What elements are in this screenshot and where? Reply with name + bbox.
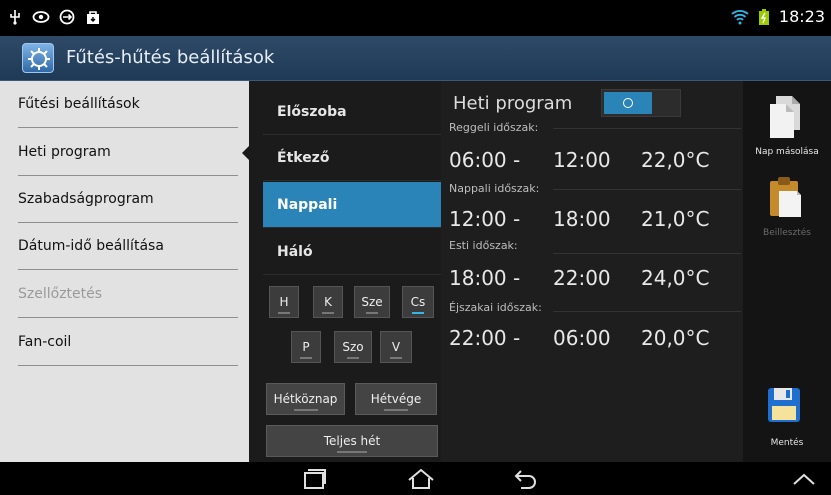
paste-icon[interactable] — [767, 176, 803, 222]
weekend-label: Hétvége — [370, 392, 422, 406]
sync-icon — [58, 8, 76, 26]
divider — [553, 311, 741, 312]
period-temperature[interactable]: 21,0°C — [641, 207, 710, 231]
day-button-p[interactable]: P — [291, 331, 321, 363]
room-label: Előszoba — [277, 103, 347, 120]
day-button-szo[interactable]: Szo — [334, 331, 372, 363]
period-label-morning: Reggeli időszak: — [449, 121, 539, 134]
sidebar-item-label: Fűtési beállítások — [18, 96, 140, 112]
day-label: V — [391, 340, 401, 354]
chevron-up-icon[interactable] — [791, 471, 817, 491]
period-start-time[interactable]: 12:00 - — [449, 207, 520, 231]
period-label-evening: Esti időszak: — [449, 239, 518, 252]
app-title: Fűtés-hűtés beállítások — [66, 47, 275, 68]
copy-icon[interactable] — [766, 94, 806, 144]
full-week-button[interactable]: Teljes hét — [266, 425, 438, 457]
divider — [553, 253, 741, 254]
recent-apps-icon[interactable] — [303, 468, 327, 494]
room-label: Étkező — [277, 149, 330, 166]
sidebar: Fűtési beállítások Heti program Szabadsá… — [0, 81, 249, 462]
day-label: H — [279, 295, 289, 309]
period-end-time[interactable]: 12:00 — [553, 148, 611, 172]
copy-day-label: Nap másolása — [755, 147, 819, 157]
sidebar-item-label: Szellőztetés — [18, 286, 103, 302]
save-icon[interactable] — [767, 387, 801, 427]
day-label: Cs — [410, 295, 426, 309]
schedule-toggle[interactable] — [601, 89, 681, 117]
divider — [553, 189, 741, 190]
day-indicator — [322, 312, 334, 314]
room-item-etkezo[interactable]: Étkező — [263, 135, 441, 181]
action-bar: Fűtés-hűtés beállítások — [0, 36, 831, 81]
day-label: P — [302, 340, 310, 354]
full-week-label: Teljes hét — [323, 434, 381, 448]
period-start-time[interactable]: 18:00 - — [449, 266, 520, 290]
period-temperature[interactable]: 22,0°C — [641, 148, 710, 172]
period-start-time[interactable]: 06:00 - — [449, 148, 520, 172]
schedule-title: Heti program — [453, 93, 573, 114]
day-indicator — [278, 312, 290, 314]
day-indicator-active — [412, 312, 424, 314]
home-icon[interactable] — [406, 468, 436, 494]
eye-icon — [32, 8, 50, 26]
day-button-cs[interactable]: Cs — [402, 286, 434, 318]
full-week-indicator — [337, 451, 367, 453]
room-label: Nappali — [277, 196, 338, 213]
sidebar-item-label: Heti program — [18, 144, 111, 160]
period-end-time[interactable]: 18:00 — [553, 207, 611, 231]
divider — [553, 128, 741, 129]
sidebar-item-fan-coil[interactable]: Fan-coil — [18, 319, 238, 366]
day-button-sze[interactable]: Sze — [354, 286, 390, 318]
weekdays-button[interactable]: Hétköznap — [266, 383, 345, 415]
clock-time: 18:23 — [778, 7, 825, 26]
toggle-knob — [604, 92, 652, 114]
period-label-night: Éjszakai időszak: — [449, 301, 542, 314]
status-bar: 18:23 — [0, 0, 831, 36]
day-label: Sze — [361, 295, 383, 309]
sidebar-item-heating-settings[interactable]: Fűtési beállítások — [18, 81, 238, 128]
period-end-time[interactable]: 06:00 — [553, 326, 611, 350]
sidebar-item-label: Dátum-idő beállítása — [18, 238, 164, 254]
room-item-halo[interactable]: Háló — [263, 229, 441, 275]
sidebar-item-label: Szabadságprogram — [18, 191, 154, 207]
period-start-time[interactable]: 22:00 - — [449, 326, 520, 350]
weekend-indicator — [384, 409, 408, 411]
day-indicator — [390, 357, 402, 359]
paste-label: Beillesztés — [763, 228, 811, 238]
day-indicator — [366, 312, 378, 314]
day-indicator — [300, 357, 312, 359]
day-button-v[interactable]: V — [380, 331, 412, 363]
save-label: Mentés — [770, 438, 804, 448]
day-label: K — [324, 295, 332, 309]
day-indicator — [347, 357, 359, 359]
period-end-time[interactable]: 22:00 — [553, 266, 611, 290]
weekend-button[interactable]: Hétvége — [355, 383, 437, 415]
room-item-nappali[interactable]: Nappali — [263, 182, 441, 228]
wifi-icon — [731, 8, 749, 26]
back-icon[interactable] — [513, 468, 539, 494]
usb-icon — [6, 8, 24, 26]
period-temperature[interactable]: 20,0°C — [641, 326, 710, 350]
bag-icon — [84, 8, 102, 26]
sidebar-item-label: Fan-coil — [18, 334, 72, 350]
navigation-bar — [0, 462, 831, 495]
sidebar-item-vacation-program[interactable]: Szabadságprogram — [18, 176, 238, 223]
sidebar-item-ventilation: Szellőztetés — [18, 271, 238, 318]
day-button-k[interactable]: K — [313, 286, 343, 318]
room-panel: Előszoba Étkező Nappali Háló H K Sze Cs … — [249, 81, 441, 462]
weekdays-label: Hétköznap — [273, 392, 338, 406]
action-column: Nap másolása Beillesztés Mentés — [743, 81, 831, 462]
room-item-eloszoba[interactable]: Előszoba — [263, 89, 441, 135]
period-label-day: Nappali időszak: — [449, 182, 540, 195]
day-button-h[interactable]: H — [269, 286, 299, 318]
weekdays-indicator — [293, 409, 318, 411]
battery-icon — [755, 8, 773, 26]
period-temperature[interactable]: 24,0°C — [641, 266, 710, 290]
app-icon[interactable] — [22, 43, 54, 73]
day-label: Szo — [342, 340, 364, 354]
schedule-panel: Heti program Reggeli időszak: 06:00 - 12… — [441, 81, 743, 462]
room-label: Háló — [277, 243, 313, 260]
sidebar-item-date-time[interactable]: Dátum-idő beállítása — [18, 223, 238, 270]
sidebar-item-weekly-program[interactable]: Heti program — [18, 129, 238, 176]
